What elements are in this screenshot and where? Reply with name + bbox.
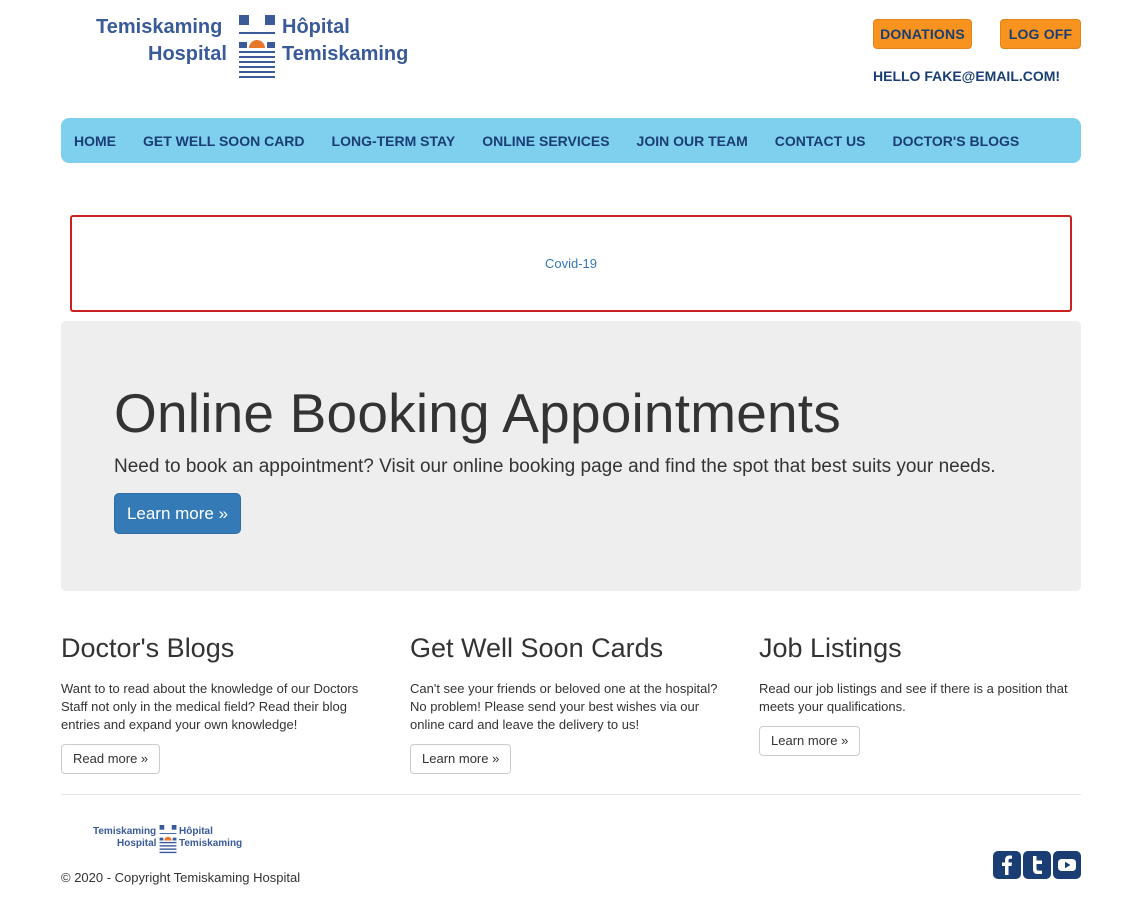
logo-mark-icon bbox=[239, 15, 275, 78]
logo-text-line1-right: Hôpital bbox=[282, 16, 350, 38]
nav-item-online-services[interactable]: ONLINE SERVICES bbox=[482, 133, 609, 149]
learn-more-button[interactable]: Learn more » bbox=[410, 744, 512, 774]
get-well-soon-cards-column: Get Well Soon Cards Can't see your frien… bbox=[410, 633, 735, 774]
nav-item-get-well-soon-card[interactable]: GET WELL SOON CARD bbox=[143, 133, 305, 149]
footer-logo-text-line1-right: Hôpital bbox=[179, 826, 213, 837]
nav-item-join-our-team[interactable]: JOIN OUR TEAM bbox=[637, 133, 748, 149]
twitter-icon[interactable] bbox=[1023, 851, 1051, 879]
column-text: Can't see your friends or beloved one at… bbox=[410, 681, 718, 732]
covid-link[interactable]: Covid-19 bbox=[545, 256, 597, 271]
hero-section: Online Booking Appointments Need to book… bbox=[61, 321, 1081, 591]
read-more-button[interactable]: Read more » bbox=[61, 744, 161, 774]
footer-logo[interactable]: Temiskaming Hospital Hôpital Temiskaming bbox=[93, 825, 253, 857]
nav-item-long-term-stay[interactable]: LONG-TERM STAY bbox=[332, 133, 456, 149]
logo-text-line1-left: Temiskaming bbox=[96, 16, 223, 38]
footer-logo-text-line1-left: Temiskaming bbox=[93, 826, 157, 837]
footer-logo-mark-icon bbox=[159, 825, 177, 854]
column-text: Read our job listings and see if there i… bbox=[759, 681, 1068, 714]
user-greeting: HELLO FAKE@EMAIL.COM! bbox=[873, 68, 1061, 84]
nav-item-contact-us[interactable]: CONTACT US bbox=[775, 133, 866, 149]
nav-item-home[interactable]: HOME bbox=[74, 133, 116, 149]
hero-title: Online Booking Appointments bbox=[114, 382, 841, 444]
column-title: Doctor's Blogs bbox=[61, 633, 235, 663]
log-off-button[interactable]: LOG OFF bbox=[1000, 19, 1081, 49]
hospital-logo[interactable]: Temiskaming Hospital Hôpital Temiskaming bbox=[96, 14, 426, 80]
job-listings-column: Job Listings Read our job listings and s… bbox=[759, 633, 1084, 756]
column-title: Get Well Soon Cards bbox=[410, 633, 664, 663]
footer-logo-text-line2-left: Hospital bbox=[117, 838, 157, 849]
logo-text-line2-right: Temiskaming bbox=[282, 43, 409, 65]
doctors-blogs-column: Doctor's Blogs Want to to read about the… bbox=[61, 633, 386, 774]
footer-divider bbox=[61, 794, 1081, 795]
youtube-icon[interactable] bbox=[1053, 851, 1081, 879]
hero-learn-more-button[interactable]: Learn more » bbox=[114, 493, 241, 534]
copyright-text: © 2020 - Copyright Temiskaming Hospital bbox=[61, 870, 301, 885]
facebook-icon[interactable] bbox=[993, 851, 1021, 879]
donations-button[interactable]: DONATIONS bbox=[873, 19, 972, 49]
covid-alert-box: Covid-19 bbox=[70, 215, 1072, 312]
nav-item-doctors-blogs[interactable]: DOCTOR'S BLOGS bbox=[893, 133, 1020, 149]
learn-more-button[interactable]: Learn more » bbox=[759, 726, 861, 756]
column-text: Want to to read about the knowledge of o… bbox=[61, 681, 359, 732]
main-nav: HOME GET WELL SOON CARD LONG-TERM STAY O… bbox=[61, 118, 1081, 163]
footer-logo-text-line2-right: Temiskaming bbox=[179, 838, 243, 849]
column-title: Job Listings bbox=[759, 633, 902, 663]
hero-text: Need to book an appointment? Visit our o… bbox=[114, 456, 996, 477]
logo-text-line2-left: Hospital bbox=[148, 43, 227, 65]
